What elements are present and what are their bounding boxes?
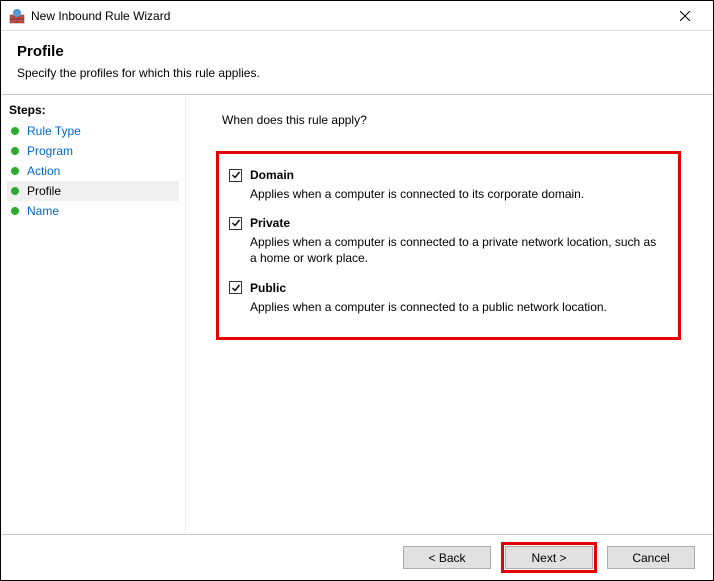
next-highlight: Next >	[501, 542, 597, 573]
bullet-icon	[11, 187, 19, 195]
next-button[interactable]: Next >	[505, 546, 593, 569]
check-icon	[231, 218, 241, 228]
bullet-icon	[11, 167, 19, 175]
firewall-icon	[9, 8, 25, 24]
bullet-icon	[11, 147, 19, 155]
checkbox-domain-label: Domain	[250, 168, 294, 182]
wizard-window: New Inbound Rule Wizard Profile Specify …	[0, 0, 714, 581]
wizard-body: Steps: Rule Type Program Action Profile …	[1, 95, 713, 534]
titlebar: New Inbound Rule Wizard	[1, 1, 713, 31]
wizard-footer: < Back Next > Cancel	[1, 534, 713, 580]
step-action[interactable]: Action	[7, 161, 179, 181]
checkbox-private-label: Private	[250, 216, 290, 230]
step-profile[interactable]: Profile	[7, 181, 179, 201]
step-label: Program	[27, 144, 73, 158]
step-program[interactable]: Program	[7, 141, 179, 161]
checkbox-private[interactable]	[229, 217, 242, 230]
cancel-button[interactable]: Cancel	[607, 546, 695, 569]
checkbox-private-desc: Applies when a computer is connected to …	[250, 234, 660, 266]
bullet-icon	[11, 127, 19, 135]
checkbox-public-desc: Applies when a computer is connected to …	[250, 299, 660, 315]
check-icon	[231, 170, 241, 180]
step-label: Name	[27, 204, 59, 218]
page-title: Profile	[17, 43, 697, 60]
step-label: Rule Type	[27, 124, 81, 138]
profile-domain-row: Domain Applies when a computer is connec…	[229, 168, 660, 202]
profile-public-row: Public Applies when a computer is connec…	[229, 281, 660, 315]
back-button[interactable]: < Back	[403, 546, 491, 569]
checkbox-domain-desc: Applies when a computer is connected to …	[250, 186, 660, 202]
checkbox-domain[interactable]	[229, 169, 242, 182]
prompt-text: When does this rule apply?	[222, 113, 691, 127]
steps-sidebar: Steps: Rule Type Program Action Profile …	[1, 95, 186, 534]
step-label: Profile	[27, 184, 61, 198]
steps-title: Steps:	[7, 103, 179, 117]
checkbox-public-label: Public	[250, 281, 286, 295]
close-button[interactable]	[665, 2, 705, 30]
page-subtitle: Specify the profiles for which this rule…	[17, 66, 697, 80]
profile-private-row: Private Applies when a computer is conne…	[229, 216, 660, 266]
window-title: New Inbound Rule Wizard	[31, 9, 665, 23]
close-icon	[680, 11, 690, 21]
profiles-highlight: Domain Applies when a computer is connec…	[216, 151, 681, 340]
main-panel: When does this rule apply? Domain Applie…	[186, 95, 713, 534]
checkbox-public[interactable]	[229, 281, 242, 294]
step-rule-type[interactable]: Rule Type	[7, 121, 179, 141]
step-label: Action	[27, 164, 60, 178]
step-name[interactable]: Name	[7, 201, 179, 221]
wizard-header: Profile Specify the profiles for which t…	[1, 31, 713, 95]
check-icon	[231, 283, 241, 293]
bullet-icon	[11, 207, 19, 215]
